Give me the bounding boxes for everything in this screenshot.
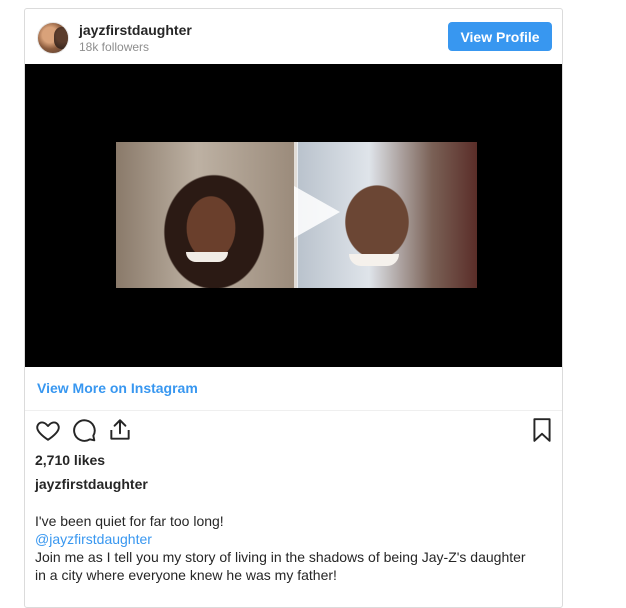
instagram-embed-card: jayzfirstdaughter 18k followers View Pro… (24, 8, 563, 608)
caption-line: Join me as I tell you my story of living… (35, 549, 526, 565)
video-player[interactable] (25, 64, 562, 367)
mention-link[interactable]: @jayzfirstdaughter (35, 530, 555, 548)
thumbnail-smile-left (186, 252, 228, 262)
thumbnail-left-face (116, 142, 297, 288)
action-bar (25, 417, 562, 449)
comment-icon[interactable] (71, 417, 99, 445)
bookmark-icon[interactable] (529, 417, 557, 445)
view-more-link[interactable]: View More on Instagram (37, 380, 198, 396)
caption-text: I've been quiet for far too long! @jayzf… (35, 512, 555, 584)
avatar-photo (54, 27, 68, 49)
heart-icon[interactable] (35, 417, 63, 445)
play-icon[interactable] (284, 182, 344, 242)
thumbnail-smile-right (349, 254, 399, 266)
view-profile-button[interactable]: View Profile (448, 22, 552, 51)
caption-line: I've been quiet for far too long! (35, 513, 224, 529)
caption-line: in a city where everyone knew he was my … (35, 567, 337, 583)
divider (25, 410, 562, 411)
video-thumbnail (116, 142, 477, 288)
caption-username[interactable]: jayzfirstdaughter (35, 476, 148, 492)
share-icon[interactable] (107, 417, 135, 445)
avatar[interactable] (37, 22, 69, 54)
like-count[interactable]: 2,710 likes (35, 452, 105, 468)
follower-count: 18k followers (79, 40, 150, 54)
username[interactable]: jayzfirstdaughter (79, 22, 192, 38)
post-header: jayzfirstdaughter 18k followers View Pro… (25, 9, 562, 64)
